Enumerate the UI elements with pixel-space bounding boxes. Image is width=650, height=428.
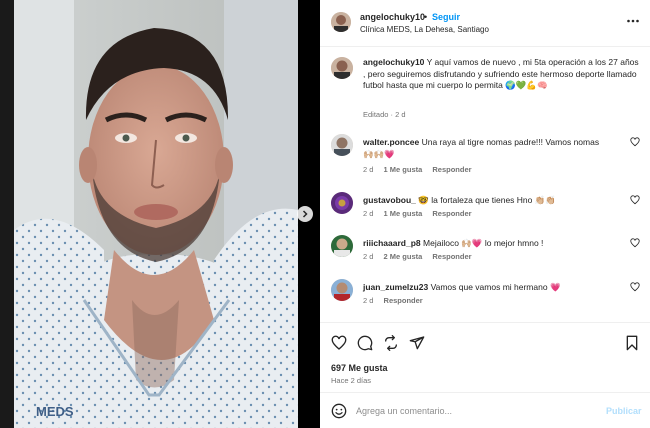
comment-meta: 2 d 2 Me gusta Responder (363, 252, 480, 261)
author-username[interactable]: angelochuky10 (360, 12, 425, 22)
comment-text-2: lo mejor hmno ! (484, 238, 544, 248)
comment-text: Vamos que vamos mi hermano (430, 282, 548, 292)
comment-text: Mejailoco (423, 238, 459, 248)
post-photo[interactable]: MEDS (14, 0, 298, 428)
post-dialog: MEDS angelochuky10 • Seguir Clínica MEDS… (0, 0, 650, 428)
smile-icon[interactable] (331, 403, 347, 419)
reply-button[interactable]: Responder (432, 209, 471, 218)
post-media: MEDS (0, 0, 320, 428)
comment-username[interactable]: riiichaaard_p8 (363, 238, 421, 248)
heart-icon[interactable] (630, 238, 640, 248)
comment-likes[interactable]: 1 Me gusta (384, 209, 423, 218)
heart-icon[interactable] (630, 195, 640, 205)
comment-emojis: 🙌🏼🙌🏼💗 (363, 149, 395, 159)
comment-age: 2 d (363, 252, 374, 261)
chevron-right-icon (302, 210, 308, 218)
comment-icon[interactable] (357, 335, 373, 351)
comment-text-block: gustavobou_ 🤓 la fortaleza que tienes Hn… (363, 194, 613, 206)
caption-meta: Editado · 2 d (363, 110, 406, 119)
comment-meta: 2 d 1 Me gusta Responder (363, 165, 480, 174)
heart-icon[interactable] (630, 282, 640, 292)
comment-item: riiichaaard_p8 Mejailoco 🙌🏼💗 lo mejor hm… (331, 235, 641, 275)
comment-emojis-before: 🤓 (418, 195, 429, 205)
author-avatar[interactable] (331, 12, 351, 32)
likes-count[interactable]: 697 Me gusta (331, 363, 388, 373)
comment-avatar[interactable] (331, 279, 353, 301)
comment-username[interactable]: gustavobou_ (363, 195, 416, 205)
post-location[interactable]: Clínica MEDS, La Dehesa, Santiago (360, 25, 489, 34)
more-horizontal-icon[interactable] (626, 14, 640, 28)
comment-text: la fortaleza que tienes Hno (431, 195, 533, 205)
comment-username[interactable]: walter.poncee (363, 137, 419, 147)
comment-meta: 2 d Responder (363, 296, 431, 305)
caption-text-block: angelochuky10 Y aquí vamos de nuevo , mi… (363, 57, 639, 92)
publish-button[interactable]: Publicar (606, 406, 642, 416)
heart-icon[interactable] (630, 137, 640, 147)
comment-item: gustavobou_ 🤓 la fortaleza que tienes Hn… (331, 192, 641, 232)
selfie-image: MEDS (14, 0, 298, 428)
caption-username[interactable]: angelochuky10 (363, 57, 424, 67)
comment-emojis: 👏🏼👏🏼 (534, 195, 556, 205)
repost-icon[interactable] (383, 335, 399, 351)
comment-likes[interactable]: 2 Me gusta (384, 252, 423, 261)
caption-avatar[interactable] (331, 57, 353, 79)
follow-button[interactable]: Seguir (432, 12, 460, 22)
reply-button[interactable]: Responder (432, 165, 471, 174)
edited-label: Editado (363, 110, 389, 119)
caption-emojis: 🌍💚💪🧠 (505, 80, 548, 90)
comment-avatar[interactable] (331, 134, 353, 156)
comment-text-block: riiichaaard_p8 Mejailoco 🙌🏼💗 lo mejor hm… (363, 237, 613, 249)
comment-text: Una raya al tigre nomas padre!!! Vamos n… (421, 137, 600, 147)
comment-text-block: juan_zumelzu23 Vamos que vamos mi herman… (363, 281, 613, 293)
comment-emojis: 🙌🏼💗 (461, 238, 483, 248)
comment-item: walter.poncee Una raya al tigre nomas pa… (331, 134, 641, 174)
gown-logo-text: MEDS (36, 404, 74, 419)
posted-ago: Hace 2 días (331, 376, 372, 385)
reply-button[interactable]: Responder (432, 252, 471, 261)
header-separator: • (424, 12, 428, 22)
comment-meta: 2 d 1 Me gusta Responder (363, 209, 480, 218)
comment-composer: Publicar (320, 392, 650, 428)
comment-username[interactable]: juan_zumelzu23 (363, 282, 428, 292)
comment-input[interactable] (356, 403, 596, 419)
comment-avatar[interactable] (331, 192, 353, 214)
reply-button[interactable]: Responder (384, 296, 423, 305)
comment-text-block: walter.poncee Una raya al tigre nomas pa… (363, 136, 613, 160)
comment-age: 2 d (363, 209, 374, 218)
comment-age: 2 d (363, 165, 374, 174)
comment-item: juan_zumelzu23 Vamos que vamos mi herman… (331, 279, 641, 319)
comment-emojis: 💗 (549, 282, 561, 292)
comment-likes[interactable]: 1 Me gusta (384, 165, 423, 174)
post-header: angelochuky10 • Seguir Clínica MEDS, La … (320, 0, 650, 47)
comment-age: 2 d (363, 296, 374, 305)
next-photo-button[interactable] (297, 206, 313, 222)
comment-avatar[interactable] (331, 235, 353, 257)
post-side-panel: angelochuky10 • Seguir Clínica MEDS, La … (320, 0, 650, 428)
bookmark-icon[interactable] (624, 335, 640, 351)
caption-age: 2 d (395, 110, 406, 119)
post-actions: 697 Me gusta Hace 2 días (320, 322, 650, 392)
heart-icon[interactable] (331, 335, 347, 351)
share-icon[interactable] (409, 335, 425, 351)
